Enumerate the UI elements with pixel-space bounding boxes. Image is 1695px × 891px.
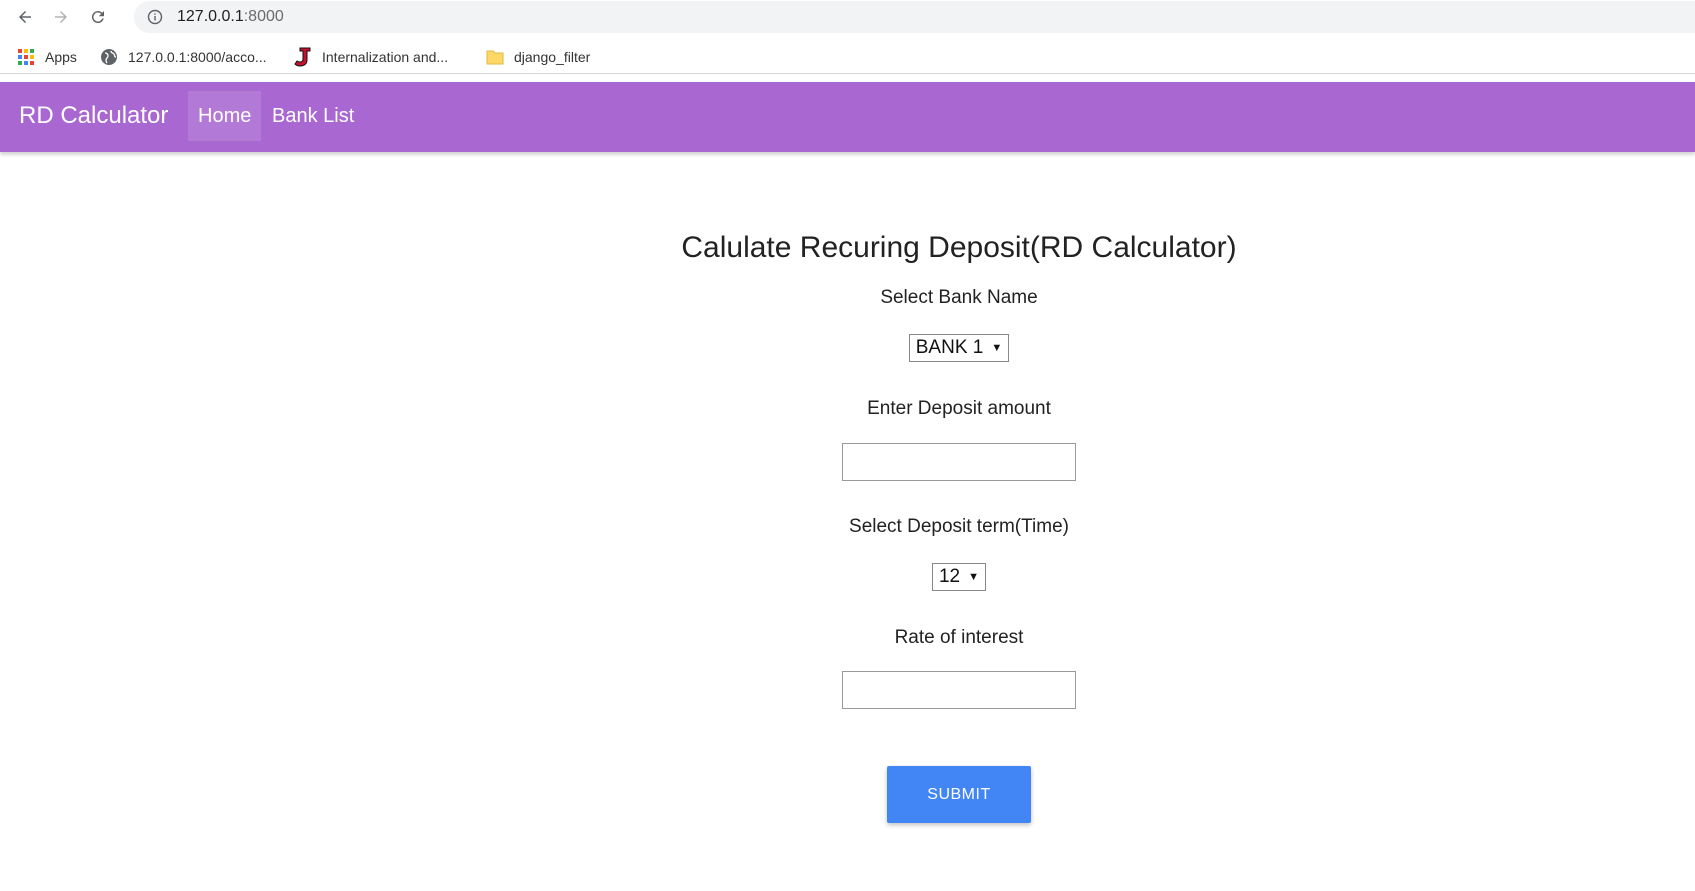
term-select-wrap: 12 ▼	[0, 563, 1695, 591]
reload-button[interactable]	[85, 4, 111, 30]
term-select-value: 12	[938, 566, 961, 587]
bank-select[interactable]: BANK 1 ▼	[908, 334, 1010, 362]
address-bar[interactable]: 127.0.0.1:8000	[134, 1, 1695, 33]
amount-label: Enter Deposit amount	[867, 398, 1051, 419]
page-title: Calulate Recuring Deposit(RD Calculator)	[681, 231, 1237, 264]
dropdown-arrow-icon: ▼	[968, 571, 980, 583]
term-select[interactable]: 12 ▼	[931, 563, 987, 591]
deposit-amount-input[interactable]	[842, 443, 1076, 481]
dropdown-arrow-icon: ▼	[991, 342, 1003, 354]
back-arrow-icon	[19, 11, 31, 23]
bookmark-django-filter[interactable]: django_filter	[486, 46, 590, 68]
forward-arrow-icon	[55, 11, 67, 23]
bookmark-label: Apps	[45, 49, 77, 65]
back-button[interactable]	[12, 4, 38, 30]
info-icon[interactable]	[147, 9, 163, 25]
submit-wrap: SUBMIT	[0, 766, 1695, 823]
term-label: Select Deposit term(Time)	[849, 516, 1069, 537]
bookmark-localhost[interactable]: 127.0.0.1:8000/acco...	[100, 46, 267, 68]
bank-label: Select Bank Name	[880, 287, 1038, 308]
amount-input-wrap	[0, 443, 1695, 481]
interest-rate-input[interactable]	[842, 671, 1076, 709]
forward-button[interactable]	[48, 4, 74, 30]
apps-grid-icon	[17, 48, 35, 66]
j-logo-icon	[294, 47, 312, 67]
bookmark-internalization[interactable]: Internalization and...	[294, 46, 448, 68]
reload-icon	[91, 11, 104, 24]
nav-bank-list[interactable]: Bank List	[262, 91, 364, 141]
nav-home[interactable]: Home	[188, 91, 262, 141]
globe-icon	[100, 48, 118, 66]
url-host: 127.0.0.1	[177, 8, 244, 25]
bank-select-wrap: BANK 1 ▼	[0, 334, 1695, 362]
folder-icon	[486, 48, 504, 66]
bookmark-label: 127.0.0.1:8000/acco...	[128, 49, 267, 65]
bookmark-label: django_filter	[514, 49, 591, 65]
url-text: 127.0.0.1:8000	[177, 8, 284, 26]
bookmark-apps[interactable]: Apps	[17, 46, 77, 68]
rate-label: Rate of interest	[894, 627, 1024, 648]
bank-select-value: BANK 1	[915, 337, 984, 358]
bookmark-label: Internalization and...	[322, 49, 449, 65]
bookmarks-bar: Apps 127.0.0.1:8000/acco... Internalizat…	[0, 38, 1695, 74]
app-navbar: RD Calculator Home Bank List	[0, 82, 1695, 152]
submit-button[interactable]: SUBMIT	[887, 766, 1031, 823]
brand-logo[interactable]: RD Calculator	[19, 102, 168, 130]
browser-toolbar: 127.0.0.1:8000	[0, 0, 1695, 34]
url-port: :8000	[243, 8, 284, 25]
rate-input-wrap	[0, 671, 1695, 709]
